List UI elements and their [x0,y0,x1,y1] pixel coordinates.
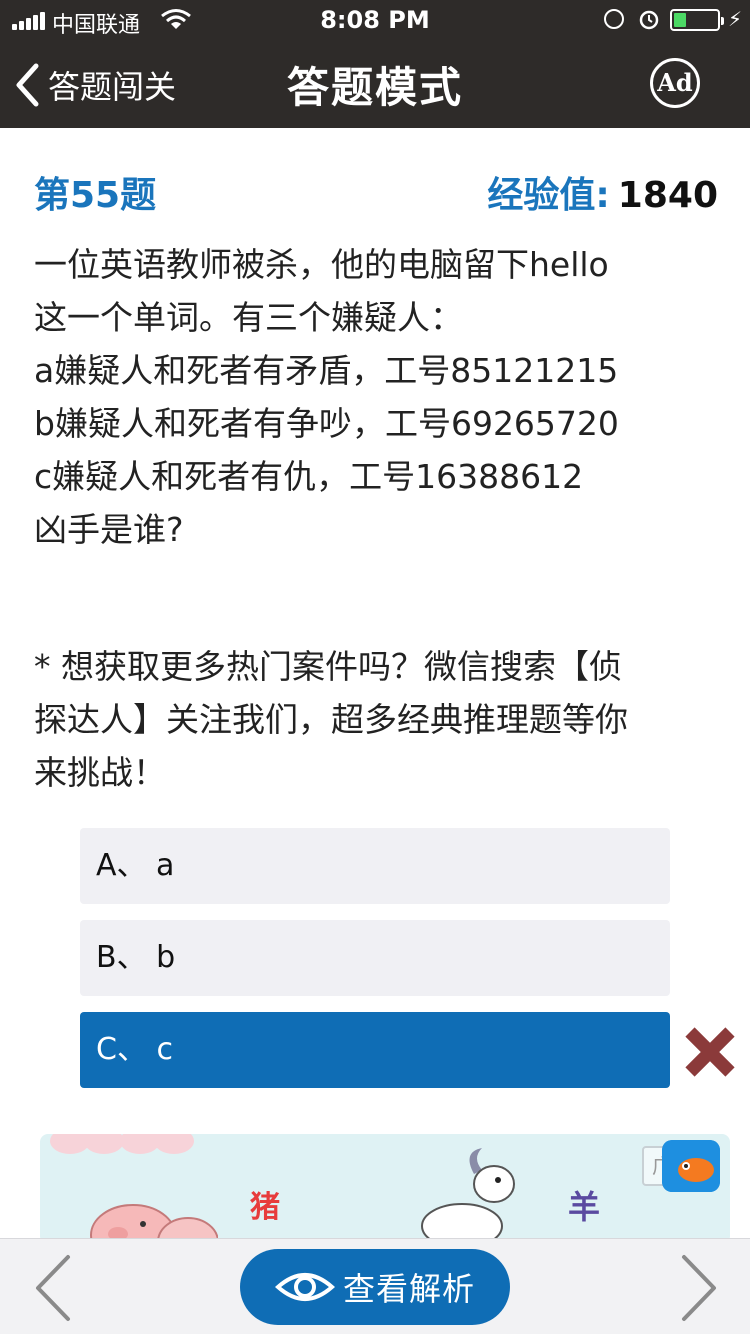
question-text: 一位英语教师被杀，他的电脑留下hello 这一个单词。有三个嫌疑人： a嫌疑人和… [34,238,724,556]
app-icon [662,1140,720,1192]
promo-text: * 想获取更多热门案件吗？微信搜索【侦 探达人】关注我们，超多经典推理题等你 来… [34,640,724,799]
answer-option-c[interactable]: C、 c [80,1012,670,1088]
top-bar: 中国联通 8:08 PM ⚡ 答题闯关 答题模式 Ad [0,0,750,128]
question-header: 第55题 经验值: 1840 [34,164,718,216]
decoration [154,1134,194,1154]
nav-bar: 答题闯关 答题模式 Ad [0,40,750,128]
answer-option-b[interactable]: B、 b [80,920,670,996]
view-analysis-label: 查看解析 [342,1270,475,1308]
question-line: 凶手是谁? [34,510,184,549]
question-number: 第55题 [34,175,157,216]
promo-line: 来挑战！ [34,753,166,792]
orientation-lock-icon [604,9,624,29]
battery-icon [670,9,724,31]
ad-icon[interactable]: Ad [650,58,700,108]
ad-banner[interactable]: 猪 羊 广 [40,1134,730,1244]
arrow-right-icon[interactable] [680,1253,720,1323]
decoration [84,1134,124,1154]
ad-goat-character: 羊 [568,1188,601,1226]
promo-line: 探达人】关注我们，超多经典推理题等你 [34,700,628,739]
wrong-x-icon [685,1027,735,1077]
question-line: c嫌疑人和死者有仇，工号16388612 [34,457,584,496]
arrow-left-icon[interactable] [32,1253,72,1323]
question-line: b嫌疑人和死者有争吵，工号69265720 [34,404,619,443]
view-analysis-button[interactable]: 查看解析 [240,1249,510,1325]
question-line: a嫌疑人和死者有矛盾，工号85121215 [34,351,619,390]
page-title: 答题模式 [286,63,463,112]
experience-colon: : [595,175,610,216]
goat-illustration [421,1148,515,1244]
status-bar: 中国联通 8:08 PM ⚡ [0,0,750,40]
experience-score: 经验值: 1840 [487,166,718,218]
bottom-bar: 查看解析 [0,1238,750,1334]
question-line: 这一个单词。有三个嫌疑人： [34,298,463,337]
ad-pig-character: 猪 [250,1190,280,1225]
promo-line: * 想获取更多热门案件吗？微信搜索【侦 [34,647,622,686]
question-line: 一位英语教师被杀，他的电脑留下hello [34,245,609,284]
charging-icon: ⚡ [728,7,743,31]
answer-option-a[interactable]: A、 a [80,828,670,904]
pig-illustration [90,1204,218,1244]
experience-value: 1840 [617,175,718,216]
experience-label: 经验值 [487,175,596,216]
eye-icon [274,1273,335,1301]
alarm-icon [639,10,659,30]
